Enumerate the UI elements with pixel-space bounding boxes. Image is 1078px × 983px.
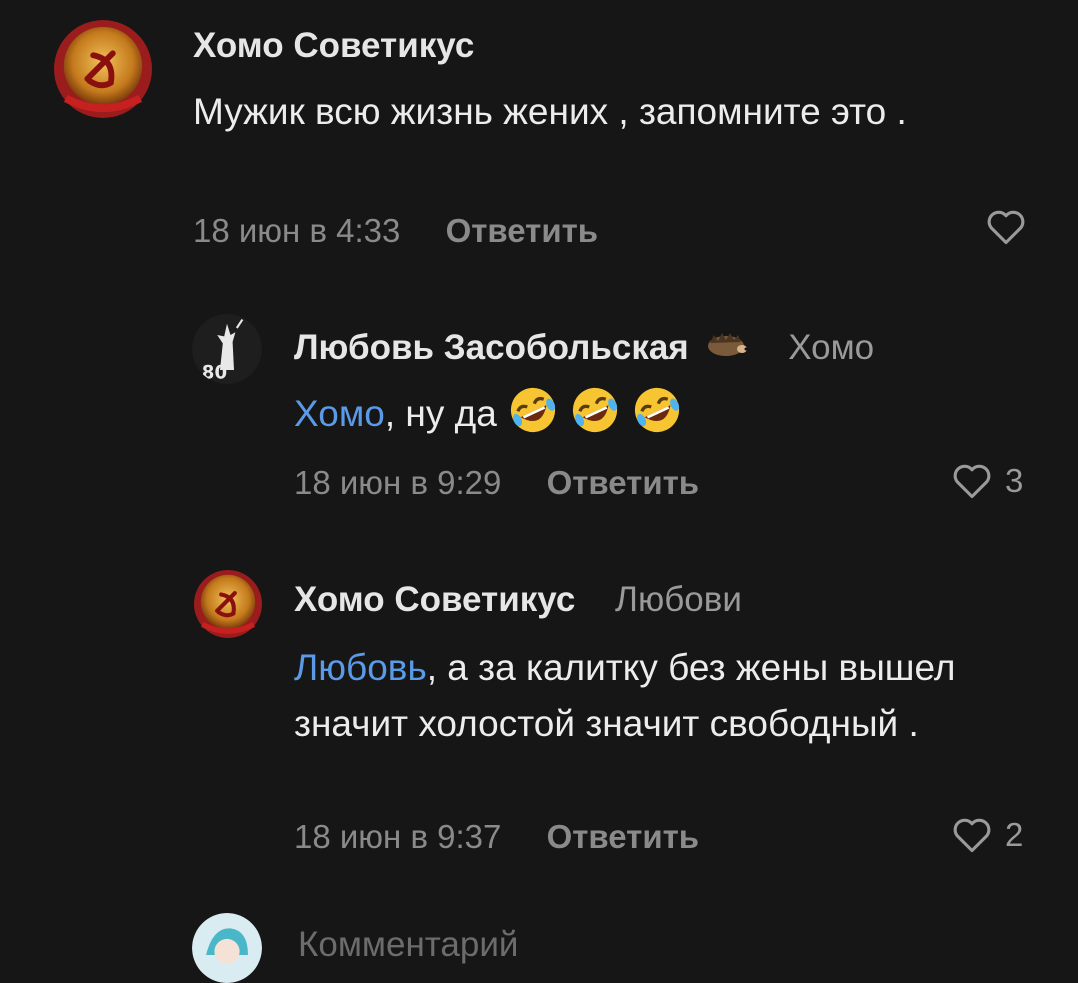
author-name[interactable]: Хомо Советикус <box>294 580 575 619</box>
motherland-statue-80-icon[interactable]: 80 <box>192 314 262 384</box>
author-name[interactable]: Хомо Советикус <box>193 26 474 65</box>
comment-meta: 18 июн в 9:29 Ответить <box>294 464 699 502</box>
like-button[interactable] <box>985 208 1039 246</box>
like-count: 2 <box>1005 816 1024 853</box>
reply-button[interactable]: Ответить <box>446 212 599 249</box>
reply-button[interactable]: Ответить <box>547 464 700 501</box>
comment-input[interactable]: Комментарий <box>298 925 518 965</box>
heart-icon <box>953 464 991 499</box>
hedgehog-emoji-icon <box>708 333 748 356</box>
reply-to-name[interactable]: Хомо <box>788 328 874 367</box>
user-avatar-icon <box>192 913 262 983</box>
comment-body: Мужик всю жизнь жених , запомните это . <box>193 91 907 132</box>
mention-link[interactable]: Любовь <box>294 647 427 688</box>
comment-meta: 18 июн в 4:33 Ответить <box>193 212 598 250</box>
soviet-emblem-icon[interactable] <box>50 20 156 118</box>
like-button[interactable]: 2 <box>951 816 1023 854</box>
like-button[interactable]: 3 <box>951 462 1023 500</box>
rolling-on-floor-laughing-emoji <box>572 387 617 433</box>
comment-author[interactable]: Любовь Засобольская Хомо <box>294 328 874 368</box>
comment-date: 18 июн в 4:33 <box>193 212 401 249</box>
avatar-badge: 80 <box>202 362 227 383</box>
comment-input-row[interactable]: Комментарий <box>0 905 1078 983</box>
comment-author[interactable]: Хомо Советикус Любови <box>294 580 742 620</box>
rolling-on-floor-laughing-emoji <box>510 387 555 433</box>
like-count: 3 <box>1005 462 1024 499</box>
heart-icon <box>987 210 1025 245</box>
comment-meta: 18 июн в 9:37 Ответить <box>294 818 699 856</box>
comment: Хомо Советикус Мужик всю жизнь жених , з… <box>0 0 1078 270</box>
comment-text: Хомо, ну да <box>294 384 1014 442</box>
comment-body: , ну да <box>384 393 497 434</box>
comment-reply: Хомо Советикус Любови Любовь, а за калит… <box>0 560 1078 880</box>
comment-reply: 80 Любовь Засобольская Хомо Хомо, ну да <box>0 300 1078 540</box>
comment-date: 18 июн в 9:37 <box>294 818 502 855</box>
comment-text: Любовь, а за калитку без жены вышел знач… <box>294 640 994 752</box>
heart-icon <box>953 818 991 853</box>
comment-text: Мужик всю жизнь жених , запомните это . <box>193 84 993 140</box>
reply-button[interactable]: Ответить <box>547 818 700 855</box>
author-name[interactable]: Любовь Засобольская <box>294 328 689 367</box>
comment-author[interactable]: Хомо Советикус <box>193 26 474 66</box>
comment-date: 18 июн в 9:29 <box>294 464 502 501</box>
mention-link[interactable]: Хомо <box>294 393 385 434</box>
soviet-emblem-icon[interactable] <box>192 570 264 638</box>
rolling-on-floor-laughing-emoji <box>634 387 679 433</box>
reply-to-name[interactable]: Любови <box>615 580 742 619</box>
